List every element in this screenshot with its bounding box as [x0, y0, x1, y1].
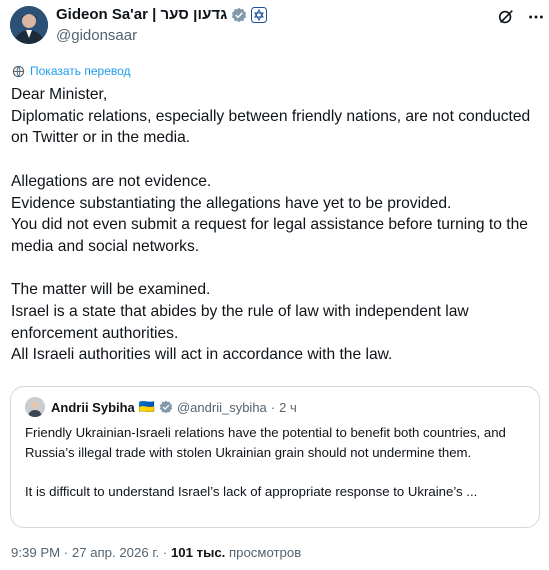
quoted-author-avatar[interactable]: [25, 397, 45, 417]
author-handle[interactable]: @gidonsaar: [56, 27, 137, 44]
tweet-line: Diplomatic relations, especially between…: [11, 107, 531, 147]
tweet-line: All Israeli authorities will act in acco…: [11, 346, 393, 364]
tweet-line: The matter will be examined.: [11, 281, 211, 299]
verified-badge-icon: [159, 400, 173, 414]
quoted-author-handle[interactable]: @andrii_sybiha: [177, 400, 267, 415]
author-name[interactable]: Gideon Sa'ar | גדעון סער: [56, 6, 227, 23]
ukraine-flag-icon: 🇺🇦: [138, 399, 155, 414]
tweet-line: Israel is a state that abides by the rul…: [11, 303, 469, 342]
tweet-meta: 9:39 PM · 27 апр. 2026 г. · 101 тыс. про…: [11, 545, 301, 560]
tweet-line: Dear Minister,: [11, 86, 108, 103]
quoted-text: Friendly Ukrainian-Israeli relations hav…: [25, 423, 530, 501]
tweet-text: Dear Minister, Diplomatic relations, esp…: [11, 84, 541, 366]
israel-emblem-icon: [251, 6, 268, 23]
quoted-time[interactable]: 2 ч: [279, 400, 297, 415]
avatar-image: [25, 397, 45, 417]
post-date[interactable]: 27 апр. 2026 г.: [72, 545, 159, 560]
verified-badge-icon: [232, 7, 247, 22]
avatar-image: [10, 6, 48, 44]
author-avatar[interactable]: [10, 6, 48, 44]
show-translation-label[interactable]: Показать перевод: [30, 64, 131, 78]
author-name-row[interactable]: Gideon Sa'ar | גדעון סער: [56, 6, 268, 23]
views-label: просмотров: [229, 545, 302, 560]
quoted-header: Andrii Sybiha 🇺🇦 @andrii_sybiha · 2 ч: [51, 399, 297, 415]
show-translation-link[interactable]: Показать перевод: [12, 64, 131, 78]
meta-separator: ·: [162, 545, 171, 560]
tweet-line: You did not even submit a request for le…: [11, 216, 528, 255]
more-options-icon[interactable]: [527, 8, 545, 26]
views-count: 101 тыс.: [170, 545, 226, 560]
post-time[interactable]: 9:39 PM: [11, 545, 60, 560]
quoted-author-name[interactable]: Andrii Sybiha: [51, 400, 135, 415]
quoted-tweet[interactable]: Andrii Sybiha 🇺🇦 @andrii_sybiha · 2 ч Fr…: [10, 386, 540, 528]
meta-separator: ·: [63, 545, 72, 560]
translate-icon: [12, 65, 25, 77]
grok-icon[interactable]: [497, 8, 515, 26]
tweet-line: Allegations are not evidence.: [11, 172, 212, 190]
quoted-line: Friendly Ukrainian-Israeli relations hav…: [25, 425, 506, 460]
tweet-line: Evidence substantiating the allegations …: [11, 194, 452, 212]
separator-dot: ·: [270, 399, 276, 415]
quoted-line: It is difficult to understand Israel’s l…: [25, 483, 478, 499]
